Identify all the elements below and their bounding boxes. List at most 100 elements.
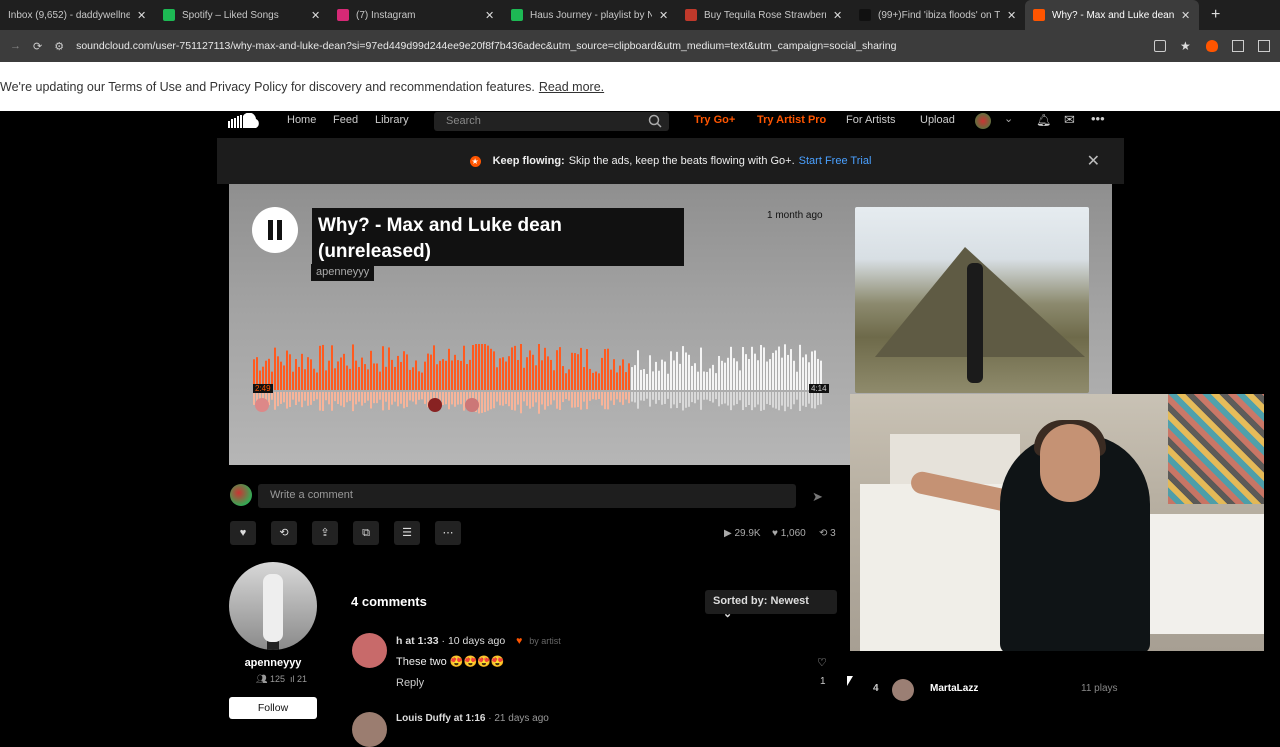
close-tab-icon[interactable]: ✕ bbox=[1181, 9, 1191, 22]
install-icon[interactable] bbox=[1154, 40, 1166, 52]
comment-avatar[interactable] bbox=[352, 633, 387, 668]
avatar[interactable] bbox=[975, 113, 991, 129]
more-button[interactable]: ⋯ bbox=[435, 521, 461, 545]
waveform-bar bbox=[688, 354, 690, 390]
waveform-bar-reflection bbox=[682, 392, 684, 411]
waveform-comment-avatar[interactable] bbox=[255, 398, 269, 412]
waveform-bar bbox=[586, 349, 588, 390]
try-go-plus-link[interactable]: Try Go+ bbox=[694, 114, 735, 126]
browser-tab[interactable]: (99+)Find 'ibiza floods' on TikTo ✕ bbox=[851, 0, 1025, 30]
repost-button[interactable]: ⟲ bbox=[271, 521, 297, 545]
comment-user[interactable]: Louis Duffy at 1:16 bbox=[396, 713, 485, 724]
waveform-bar bbox=[784, 344, 786, 390]
nav-home[interactable]: Home bbox=[287, 114, 316, 126]
forward-icon[interactable]: → bbox=[10, 40, 21, 52]
comment-input[interactable]: Write a comment bbox=[258, 484, 796, 508]
close-tab-icon[interactable]: ✕ bbox=[311, 9, 321, 22]
like-button[interactable]: ♥ bbox=[230, 521, 256, 545]
waveform-comment-avatar[interactable] bbox=[428, 398, 442, 412]
waveform-bar-reflection bbox=[361, 392, 363, 406]
tracks-count[interactable]: 21 bbox=[297, 674, 307, 684]
close-tab-icon[interactable]: ✕ bbox=[1007, 9, 1017, 22]
waveform-bar-reflection bbox=[301, 392, 303, 408]
waveform-bar-reflection bbox=[580, 392, 582, 410]
nav-library[interactable]: Library bbox=[375, 114, 409, 126]
waveform-bar bbox=[607, 348, 609, 390]
waveform-bar-reflection bbox=[376, 392, 378, 404]
comment-user[interactable]: h at 1:33 bbox=[396, 635, 439, 647]
close-icon[interactable]: ✕ bbox=[1087, 151, 1100, 171]
waveform-bar bbox=[745, 354, 747, 390]
browser-tab[interactable]: Buy Tequila Rose Strawberry Cr ✕ bbox=[677, 0, 851, 30]
waveform-bar bbox=[610, 369, 612, 390]
try-artist-pro-link[interactable]: Try Artist Pro bbox=[757, 114, 826, 126]
read-more-link[interactable]: Read more. bbox=[539, 80, 604, 94]
soundcloud-logo-icon[interactable] bbox=[228, 113, 264, 129]
waveform-bar bbox=[391, 359, 393, 390]
browser-tab[interactable]: (7) Instagram ✕ bbox=[329, 0, 503, 30]
waveform-bar bbox=[727, 357, 729, 390]
follow-button[interactable]: Follow bbox=[229, 697, 317, 719]
bell-icon[interactable]: 🔔︎ bbox=[1036, 113, 1051, 127]
waveform[interactable] bbox=[253, 344, 825, 414]
start-free-trial-link[interactable]: Start Free Trial bbox=[799, 155, 872, 167]
heart-icon[interactable]: ♡ bbox=[817, 656, 827, 669]
artist-avatar[interactable] bbox=[229, 562, 317, 650]
track-artist-link[interactable]: apenneyyy bbox=[311, 264, 375, 281]
copy-link-button[interactable]: ⧉ bbox=[353, 521, 379, 545]
nav-feed[interactable]: Feed bbox=[333, 114, 358, 126]
waveform-bar bbox=[595, 371, 597, 390]
comment-avatar[interactable] bbox=[352, 712, 387, 747]
followers-count[interactable]: 125 bbox=[270, 674, 285, 684]
waveform-bar-reflection bbox=[424, 392, 426, 404]
waveform-bar-reflection bbox=[571, 392, 573, 408]
upload-link[interactable]: Upload bbox=[920, 114, 955, 126]
waveform-bar-reflection bbox=[769, 392, 771, 405]
search-input[interactable]: Search bbox=[434, 112, 669, 131]
artist-name[interactable]: apenneyyy bbox=[229, 657, 317, 669]
list-item[interactable]: 4 MartaLazz 11 plays bbox=[870, 679, 1120, 701]
sidebar-icon[interactable] bbox=[1258, 40, 1270, 52]
add-to-next-up-button[interactable]: ☰ bbox=[394, 521, 420, 545]
tab-title: Spotify – Liked Songs bbox=[182, 9, 279, 21]
extensions-icon[interactable] bbox=[1232, 40, 1244, 52]
close-tab-icon[interactable]: ✕ bbox=[485, 9, 495, 22]
browser-tab[interactable]: Haus Journey - playlist by Nick ✕ bbox=[503, 0, 677, 30]
comment-meta: h at 1:33 · 10 days ago ♥ by artist bbox=[396, 635, 561, 647]
more-icon[interactable]: ••• bbox=[1091, 111, 1105, 126]
extension-fire-icon[interactable] bbox=[1206, 40, 1218, 52]
waveform-bar-reflection bbox=[526, 392, 528, 406]
waveform-bar bbox=[520, 344, 522, 390]
browser-tab[interactable]: Spotify – Liked Songs ✕ bbox=[155, 0, 329, 30]
browser-tab[interactable]: Why? - Max and Luke dean ✕ bbox=[1025, 0, 1199, 30]
reply-button[interactable]: Reply bbox=[396, 677, 424, 689]
close-tab-icon[interactable]: ✕ bbox=[137, 9, 147, 22]
avatar bbox=[230, 484, 252, 506]
chevron-down-icon[interactable]: ⌄ bbox=[1004, 112, 1013, 125]
for-artists-link[interactable]: For Artists bbox=[846, 114, 896, 126]
waveform-bar-reflection bbox=[379, 392, 381, 400]
reload-icon[interactable]: ⟳ bbox=[33, 40, 42, 53]
track-artwork[interactable] bbox=[855, 207, 1089, 393]
new-tab-icon[interactable]: + bbox=[1211, 6, 1220, 24]
waveform-bar bbox=[397, 355, 399, 390]
waveform-bar bbox=[739, 370, 741, 390]
close-tab-icon[interactable]: ✕ bbox=[659, 9, 669, 22]
waveform-comment-avatar[interactable] bbox=[465, 398, 479, 412]
waveform-bar-reflection bbox=[628, 392, 630, 404]
browser-tab[interactable]: Inbox (9,652) - daddywellness1 ✕ bbox=[0, 0, 155, 30]
address-bar[interactable]: soundcloud.com/user-751127113/why-max-an… bbox=[76, 40, 1142, 52]
send-icon[interactable]: ➤ bbox=[812, 489, 823, 505]
site-info-icon[interactable]: ⚙ bbox=[54, 40, 64, 53]
sort-dropdown[interactable]: Sorted by: Newest ⌄ bbox=[705, 590, 837, 620]
list-item-name[interactable]: MartaLazz bbox=[930, 683, 978, 694]
close-tab-icon[interactable]: ✕ bbox=[833, 9, 843, 22]
waveform-bar-reflection bbox=[553, 392, 555, 401]
bookmark-star-icon[interactable]: ★ bbox=[1180, 40, 1192, 52]
share-button[interactable]: ⇪ bbox=[312, 521, 338, 545]
waveform-bar-reflection bbox=[406, 392, 408, 407]
mail-icon[interactable]: ✉ bbox=[1064, 112, 1075, 128]
pause-button[interactable] bbox=[252, 207, 298, 253]
search-icon[interactable] bbox=[648, 114, 662, 128]
waveform-bar-reflection bbox=[640, 392, 642, 401]
